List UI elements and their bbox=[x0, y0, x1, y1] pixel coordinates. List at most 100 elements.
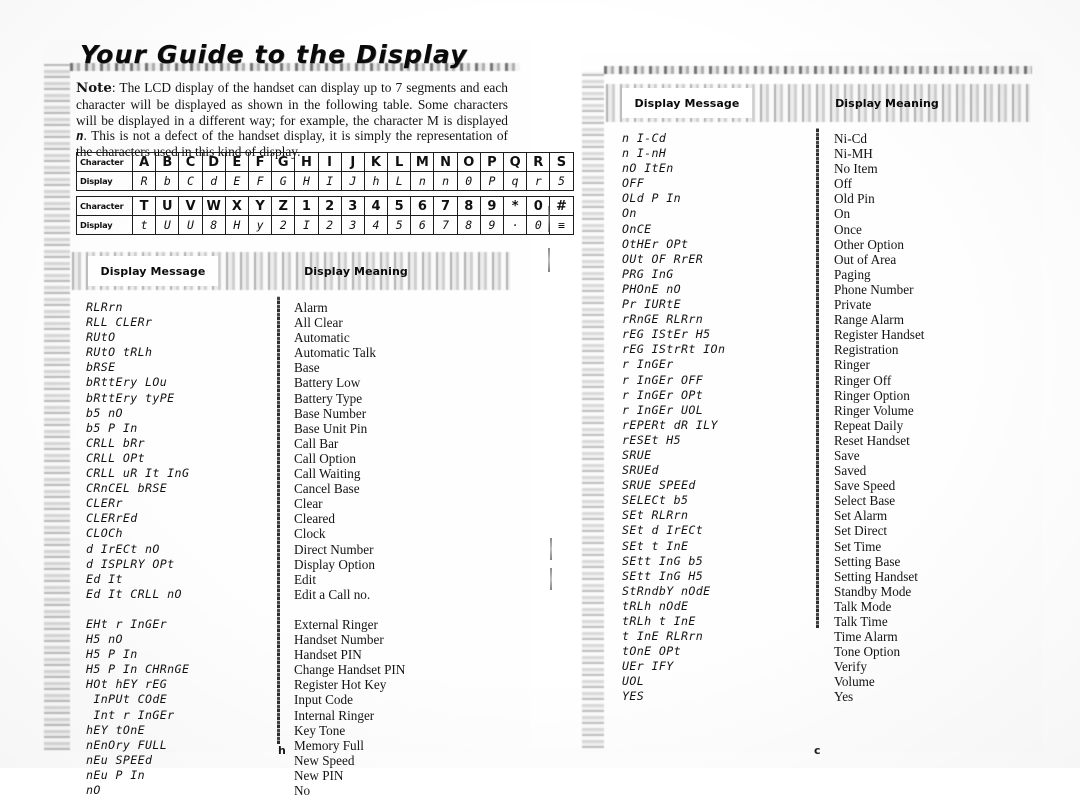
display-message-item: EHt r InGEr bbox=[86, 616, 168, 631]
display-glyph-cell: 8 bbox=[456, 215, 481, 235]
display-message-item: RLL CLERr bbox=[86, 315, 153, 330]
left-page-number: h bbox=[278, 744, 286, 757]
display-meaning-item: Input Code bbox=[294, 692, 353, 708]
display-meaning-item: Phone Number bbox=[834, 281, 914, 297]
left-message-column: RLRrn RLL CLERr RUtO RUtO tRLh bRSE bRttEry L… bbox=[86, 300, 189, 798]
display-meaning-item: Call Bar bbox=[294, 435, 339, 451]
display-message-item: Ed It bbox=[86, 571, 123, 586]
display-glyph-cell: 5 bbox=[387, 215, 412, 235]
right-page-number: c bbox=[814, 744, 821, 757]
display-message-item: SRUE bbox=[622, 447, 652, 462]
display-glyph-cell: R bbox=[131, 171, 157, 191]
display-message-item: OnCE bbox=[622, 221, 652, 236]
character-cell: H bbox=[294, 152, 319, 172]
display-meaning-item: Paging bbox=[834, 266, 871, 282]
display-message-item: UEr IFY bbox=[622, 659, 674, 674]
character-cell: P bbox=[479, 152, 505, 172]
display-row-label: Display bbox=[76, 171, 133, 191]
display-glyph-cell: d bbox=[201, 171, 226, 191]
display-glyph-cell: C bbox=[178, 171, 203, 191]
display-message-item: UOL bbox=[622, 674, 645, 689]
display-glyph-cell: 0 bbox=[456, 171, 481, 191]
character-row-label: Character bbox=[76, 152, 133, 172]
display-message-item: nEu P In bbox=[86, 767, 146, 782]
display-meaning-item: Change Handset PIN bbox=[294, 662, 406, 678]
display-meaning-item: External Ringer bbox=[294, 616, 378, 632]
display-message-item: InPUt COdE bbox=[86, 692, 168, 707]
display-message-item: H5 P In bbox=[86, 647, 138, 662]
display-meaning-item: Talk Mode bbox=[834, 598, 892, 614]
display-message-item: RLRrn bbox=[86, 300, 123, 314]
display-meaning-item: Tone Option bbox=[834, 644, 901, 660]
display-glyph-cell: J bbox=[340, 171, 365, 191]
display-message-item: RUtO bbox=[86, 330, 116, 345]
display-message-item: n I-Cd bbox=[622, 131, 667, 145]
display-message-item: rEG IStEr H5 bbox=[622, 327, 711, 342]
display-meaning-item: Old Pin bbox=[834, 191, 875, 207]
display-meaning-item: Clear bbox=[294, 496, 323, 512]
display-glyph-cell: E bbox=[224, 171, 249, 191]
display-meaning-item: Standby Mode bbox=[834, 583, 912, 599]
character-cell: 5 bbox=[387, 196, 412, 216]
display-meaning-item: Setting Handset bbox=[834, 568, 918, 584]
character-cell: X bbox=[224, 196, 249, 216]
character-cell: T bbox=[131, 196, 157, 216]
display-meaning-item: Display Option bbox=[294, 556, 375, 572]
display-message-item: OUt OF RrER bbox=[622, 251, 704, 266]
display-meaning-item: Saved bbox=[834, 463, 867, 479]
display-message-item: rEG IStrRt IOn bbox=[622, 342, 726, 357]
display-meaning-item: Off bbox=[834, 176, 853, 192]
display-message-item: b5 P In bbox=[86, 420, 138, 435]
character-cell: K bbox=[363, 152, 389, 172]
display-meaning-item: Automatic bbox=[294, 330, 350, 346]
display-meaning-item: Other Option bbox=[834, 236, 904, 252]
character-row-label: Character bbox=[76, 196, 133, 216]
display-message-item: tRLh nOdE bbox=[622, 598, 689, 613]
display-message-item: b5 nO bbox=[86, 405, 123, 420]
character-row: Character A B C D E F G H I J K L M N O P Q R S bbox=[76, 152, 574, 172]
gutter-tick bbox=[548, 206, 550, 232]
display-glyph-cell: F bbox=[247, 171, 273, 191]
display-message-item: CLERr bbox=[86, 496, 123, 511]
display-meaning-item: Set Direct bbox=[834, 523, 888, 539]
display-meaning-item: New PIN bbox=[294, 767, 344, 783]
display-message-item: SRUE SPEEd bbox=[622, 478, 696, 493]
display-meaning-item: Call Option bbox=[294, 450, 356, 466]
display-meaning-item: Set Time bbox=[834, 538, 882, 554]
character-cell: Y bbox=[247, 196, 273, 216]
display-message-item: StRndbY nOdE bbox=[622, 583, 711, 598]
display-meaning-item: Handset Number bbox=[294, 632, 384, 648]
note-label: Note bbox=[76, 80, 112, 96]
display-meaning-item: Ni-MH bbox=[834, 146, 873, 162]
note-lcd-example: n bbox=[76, 128, 84, 144]
character-cell: R bbox=[526, 152, 551, 172]
display-message-item: HOt hEY rEG bbox=[86, 677, 168, 692]
display-message-item: SEtt InG H5 bbox=[622, 568, 704, 583]
display-glyph-cell: P bbox=[479, 171, 505, 191]
display-glyph-cell: q bbox=[502, 171, 528, 191]
display-message-item: hEY tOnE bbox=[86, 722, 146, 737]
display-meaning-item: Base Unit Pin bbox=[294, 420, 368, 436]
display-glyph-cell: 2 bbox=[317, 215, 342, 235]
display-glyph-cell: r bbox=[526, 171, 551, 191]
display-message-item: CRLL bRr bbox=[86, 435, 146, 450]
display-message-item: r InGEr bbox=[622, 357, 674, 372]
character-cell: C bbox=[178, 152, 203, 172]
character-row: Character T U V W X Y Z 1 2 3 4 5 6 7 8 9 * 0 # bbox=[76, 196, 574, 216]
display-glyph-cell: 5 bbox=[549, 171, 574, 191]
character-cell: # bbox=[549, 196, 574, 216]
display-meaning-item: Call Waiting bbox=[294, 466, 361, 482]
display-meaning-item: Private bbox=[834, 297, 872, 313]
right-message-column: n I-Cd n I-nH nO ItEn OFF OLd P In On OnCE OtHE… bbox=[622, 131, 725, 705]
display-meaning-item: Range Alarm bbox=[834, 312, 904, 328]
display-meaning-item: Memory Full bbox=[294, 737, 364, 753]
display-meaning-item: New Speed bbox=[294, 752, 355, 768]
display-meaning-item: No Item bbox=[834, 161, 878, 177]
display-message-item: SEt RLRrn bbox=[622, 508, 689, 523]
character-cell: S bbox=[549, 152, 574, 172]
display-meaning-item: Volume bbox=[834, 674, 875, 690]
display-glyph-cell: n bbox=[410, 171, 435, 191]
character-cell: Q bbox=[502, 152, 528, 172]
character-table-letters: Character A B C D E F G H I J K L M N O P Q R S Display Rb Cd E… bbox=[76, 152, 574, 191]
